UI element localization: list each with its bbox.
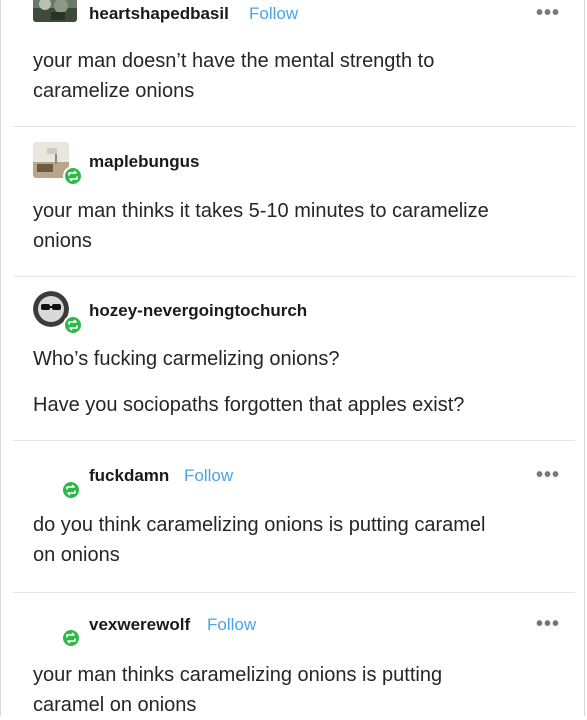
post-text: your man thinks caramelizing onions is p…: [33, 660, 563, 720]
avatar[interactable]: [33, 0, 77, 22]
post-text-line: do you think caramelizing onions is putt…: [33, 514, 486, 536]
follow-button[interactable]: Follow: [207, 615, 256, 635]
reblog-arrows-icon: [68, 319, 78, 331]
post-text-line: caramelize onions: [33, 80, 195, 102]
follow-button[interactable]: Follow: [249, 4, 298, 24]
post-text: your man thinks it takes 5-10 minutes to…: [33, 196, 563, 256]
more-options-icon[interactable]: •••: [536, 2, 560, 25]
reblog-icon: [61, 480, 81, 500]
username[interactable]: vexwerewolf: [89, 615, 190, 635]
post-text: Who’s fucking carmelizing onions? Have y…: [33, 344, 563, 420]
avatar-image: [33, 0, 77, 22]
reblog-arrows-icon: [68, 170, 78, 182]
more-options-icon[interactable]: •••: [536, 613, 560, 636]
post-text-line: your man thinks caramelizing onions is p…: [33, 664, 443, 686]
username[interactable]: fuckdamn: [89, 466, 169, 486]
username[interactable]: hozey-nevergoingtochurch: [89, 301, 307, 321]
post-text: your man doesn’t have the mental strengt…: [33, 46, 563, 106]
post-text-line: Who’s fucking carmelizing onions?: [33, 348, 340, 370]
divider: [13, 440, 575, 441]
username[interactable]: heartshapedbasil: [89, 4, 229, 24]
follow-button[interactable]: Follow: [184, 466, 233, 486]
username[interactable]: maplebungus: [89, 152, 200, 172]
more-options-icon[interactable]: •••: [536, 464, 560, 487]
post-text-line: your man thinks it takes 5-10 minutes to…: [33, 200, 489, 222]
reblog-icon: [63, 166, 83, 186]
reblog-thread: heartshapedbasil Follow ••• your man doe…: [0, 0, 585, 716]
divider: [13, 592, 575, 593]
post-text-line: your man doesn’t have the mental strengt…: [33, 50, 435, 72]
post-text-line: onions: [33, 230, 92, 252]
reblog-icon: [63, 315, 83, 335]
reblog-arrows-icon: [66, 632, 76, 644]
post-text-line: Have you sociopaths forgotten that apple…: [33, 394, 465, 416]
post-text: do you think caramelizing onions is putt…: [33, 510, 563, 570]
reblog-arrows-icon: [66, 484, 76, 496]
reblog-icon: [61, 628, 81, 648]
divider: [13, 276, 575, 277]
post-text-line: on onions: [33, 544, 120, 566]
divider: [13, 126, 575, 127]
